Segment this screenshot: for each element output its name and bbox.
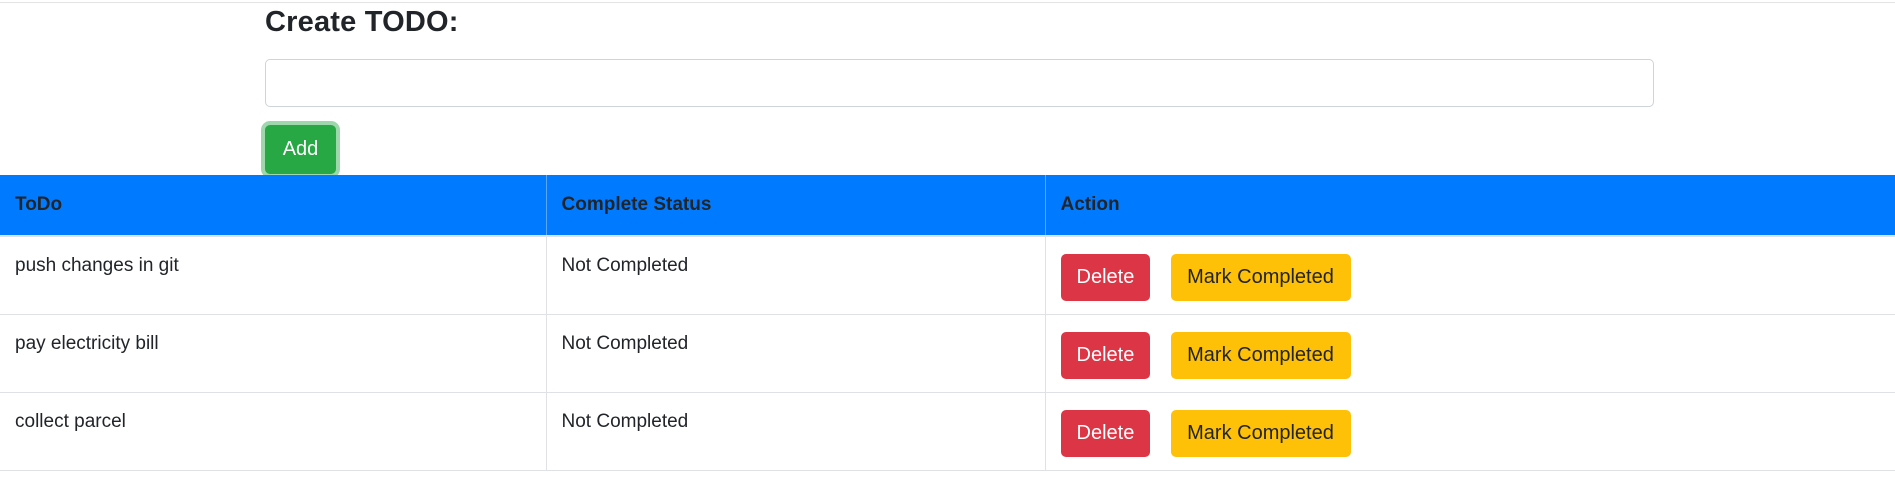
status-cell: Not Completed — [546, 236, 1046, 315]
table-header-row: ToDo Complete Status Action — [0, 175, 1895, 237]
delete-button[interactable]: Delete — [1060, 409, 1150, 457]
action-cell: Delete Mark Completed — [1045, 314, 1895, 393]
top-divider — [0, 2, 1895, 3]
todo-cell: push changes in git — [0, 236, 547, 315]
mark-completed-button[interactable]: Mark Completed — [1170, 254, 1351, 301]
delete-button[interactable]: Delete — [1060, 254, 1150, 301]
todo-cell: collect parcel — [0, 392, 547, 471]
add-button[interactable]: Add — [265, 125, 336, 174]
mark-completed-button[interactable]: Mark Completed — [1170, 331, 1351, 379]
column-header-action: Action — [1045, 175, 1895, 237]
column-header-status: Complete Status — [546, 175, 1046, 237]
delete-button[interactable]: Delete — [1060, 331, 1150, 379]
mark-completed-button[interactable]: Mark Completed — [1170, 409, 1351, 457]
todo-table: ToDo Complete Status Action push changes… — [0, 175, 1895, 471]
todo-input[interactable] — [265, 59, 1654, 107]
action-cell: Delete Mark Completed — [1045, 236, 1895, 315]
column-header-todo: ToDo — [0, 175, 547, 237]
table-row: push changes in git Not Completed Delete… — [0, 236, 1895, 315]
todo-cell: pay electricity bill — [0, 314, 547, 393]
table-row: collect parcel Not Completed Delete Mark … — [0, 392, 1895, 471]
status-cell: Not Completed — [546, 314, 1046, 393]
table-row: pay electricity bill Not Completed Delet… — [0, 314, 1895, 393]
action-cell: Delete Mark Completed — [1045, 392, 1895, 471]
status-cell: Not Completed — [546, 392, 1046, 471]
form-title: Create TODO: — [265, 6, 459, 38]
